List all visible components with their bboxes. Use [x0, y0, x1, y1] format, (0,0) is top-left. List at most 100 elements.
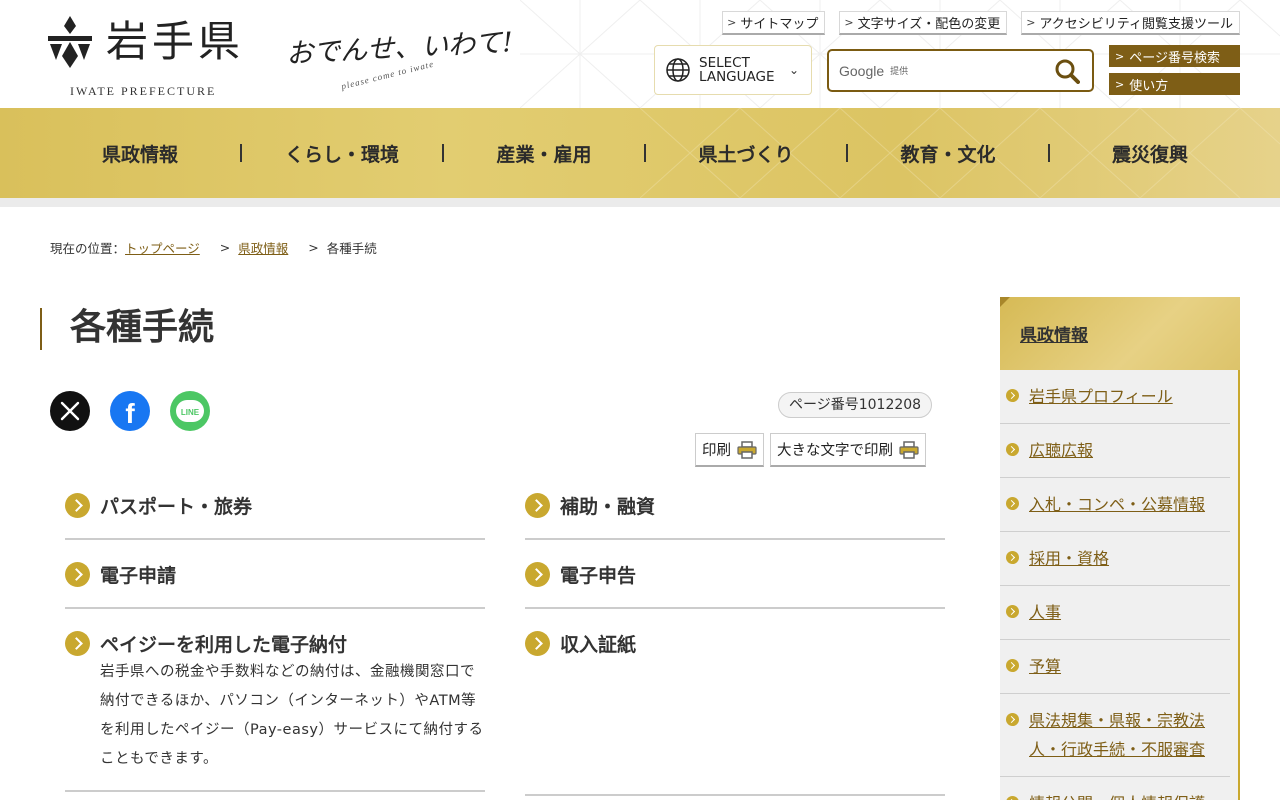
- arrow-right-icon: [1006, 605, 1019, 618]
- divider: [65, 607, 485, 609]
- share-facebook-button[interactable]: f: [110, 391, 150, 431]
- arrow-right-icon: [1006, 796, 1019, 800]
- list-item: 補助・融資: [525, 472, 945, 540]
- logo-text-en: IWATE PREFECTURE: [70, 84, 217, 98]
- search-box[interactable]: Google 提供: [827, 49, 1094, 92]
- page-title-block: 各種手続: [40, 308, 214, 350]
- sidebar-link-disclosure[interactable]: 情報公開・個人情報保護: [1029, 789, 1205, 800]
- sidebar-item: 情報公開・個人情報保護: [1000, 777, 1230, 800]
- sidebar-link-pr[interactable]: 広聴広報: [1029, 436, 1093, 465]
- sidebar-item: 県法規集・県報・宗教法人・行政手続・不服審査: [1000, 694, 1230, 777]
- arrow-right-icon: [1006, 389, 1019, 402]
- breadcrumb: 現在の位置： トップページ > 県政情報 > 各種手続: [50, 238, 377, 257]
- share-buttons: f LINE: [50, 391, 210, 431]
- nav-item-shinsai[interactable]: 震災復興: [1050, 140, 1250, 167]
- sidebar-item: 予算: [1000, 640, 1230, 694]
- sidebar-item: 人事: [1000, 586, 1230, 640]
- globe-icon: [666, 58, 690, 82]
- site-header: 岩手県 IWATE PREFECTURE おでんせ、いわて! please co…: [0, 0, 1280, 108]
- line-logo-icon: LINE: [176, 400, 204, 422]
- breadcrumb-separator: >: [219, 240, 231, 255]
- printer-icon: [737, 440, 757, 459]
- sidebar-link-personnel[interactable]: 人事: [1029, 598, 1061, 627]
- chevron-down-icon: ⌄: [789, 63, 800, 77]
- sidebar-item: 入札・コンペ・公募情報: [1000, 478, 1230, 532]
- breadcrumb-link-top[interactable]: トップページ: [125, 238, 200, 257]
- breadcrumb-separator: >: [308, 240, 319, 255]
- breadcrumb-link-kensei[interactable]: 県政情報: [238, 238, 288, 257]
- chevron-right-icon: >: [1026, 16, 1036, 29]
- sidebar-item: 岩手県プロフィール: [1000, 370, 1230, 424]
- item-link-subsidy[interactable]: 補助・融資: [525, 472, 945, 538]
- sidebar-link-budget[interactable]: 予算: [1029, 652, 1061, 681]
- logo-text-jp: 岩手県: [106, 17, 245, 66]
- sidebar-header: 県政情報: [1000, 297, 1240, 370]
- item-description: 岩手県への税金や手数料などの納付は、金融機関窓口で納付できるほか、パソコン（イン…: [100, 664, 484, 767]
- share-x-button[interactable]: [50, 391, 90, 431]
- divider: [65, 790, 485, 792]
- x-logo-icon: [60, 401, 80, 421]
- chevron-right-icon: >: [727, 16, 737, 29]
- arrow-right-icon: [525, 630, 550, 656]
- arrow-right-icon: [1006, 713, 1019, 726]
- breadcrumb-current: 各種手続: [326, 241, 377, 256]
- language-select[interactable]: SELECT LANGUAGE ⌄: [654, 45, 812, 95]
- site-logo[interactable]: 岩手県 IWATE PREFECTURE: [40, 10, 270, 100]
- sidebar-link-bids[interactable]: 入札・コンペ・公募情報: [1029, 490, 1205, 519]
- item-link-e-application[interactable]: 電子申請: [65, 541, 485, 607]
- nav-item-kensei[interactable]: 県政情報: [40, 140, 240, 167]
- sidebar-link-recruit[interactable]: 採用・資格: [1029, 544, 1109, 573]
- sidebar-link-profile[interactable]: 岩手県プロフィール: [1029, 382, 1173, 411]
- iwate-emblem-icon: [48, 16, 92, 68]
- sidebar-list: 岩手県プロフィール 広聴広報 入札・コンペ・公募情報 採用・資格 人事 予算 県…: [1000, 370, 1240, 800]
- list-item: ペイジーを利用した電子納付 岩手県への税金や手数料などの納付は、金融機関窓口で納…: [65, 610, 485, 792]
- list-item: 収入証紙: [525, 610, 945, 796]
- nav-item-kyoiku[interactable]: 教育・文化: [848, 140, 1048, 167]
- list-item: 電子申告: [525, 541, 945, 609]
- page-number-search-button[interactable]: > ページ番号検索: [1109, 45, 1240, 67]
- share-line-button[interactable]: LINE: [170, 391, 210, 431]
- nav-item-sangyo[interactable]: 産業・雇用: [444, 140, 644, 167]
- sidebar-link-laws[interactable]: 県法規集・県報・宗教法人・行政手続・不服審査: [1029, 706, 1230, 764]
- list-item: 電子申請: [65, 541, 485, 609]
- arrow-right-icon: [65, 630, 90, 656]
- breadcrumb-prefix: 現在の位置：: [50, 241, 126, 256]
- utility-links: > サイトマップ > 文字サイズ・配色の変更 > アクセシビリティ閲覧支援ツール: [722, 11, 1240, 35]
- nav-bottom-bar: [0, 198, 1280, 207]
- arrow-right-icon: [525, 561, 550, 587]
- facebook-logo-icon: f: [125, 398, 135, 429]
- arrow-right-icon: [1006, 497, 1019, 510]
- arrow-right-icon: [1006, 443, 1019, 456]
- print-button[interactable]: 印刷: [695, 433, 764, 467]
- nav-item-kendo[interactable]: 県土づくり: [646, 140, 846, 167]
- chevron-right-icon: >: [1115, 77, 1125, 91]
- divider: [525, 538, 945, 540]
- divider: [525, 607, 945, 609]
- arrow-right-icon: [65, 561, 90, 587]
- sidebar-item: 広聴広報: [1000, 424, 1230, 478]
- divider: [525, 794, 945, 796]
- font-size-color-link[interactable]: > 文字サイズ・配色の変更: [839, 11, 1008, 35]
- sitemap-link[interactable]: > サイトマップ: [722, 11, 826, 35]
- language-label: SELECT LANGUAGE: [699, 55, 775, 85]
- sidebar-item: 採用・資格: [1000, 532, 1230, 586]
- sidebar-title-link[interactable]: 県政情報: [1020, 321, 1088, 346]
- accessibility-tool-link[interactable]: > アクセシビリティ閲覧支援ツール: [1021, 11, 1240, 35]
- item-link-e-filing[interactable]: 電子申告: [525, 541, 945, 607]
- chevron-right-icon: >: [1115, 49, 1125, 63]
- item-link-passport[interactable]: パスポート・旅券: [65, 472, 485, 538]
- arrow-right-icon: [1006, 659, 1019, 672]
- arrow-right-icon: [525, 492, 550, 518]
- item-link-revenue-stamp[interactable]: 収入証紙: [525, 610, 945, 676]
- print-large-button[interactable]: 大きな文字で印刷: [770, 433, 926, 467]
- slogan: おでんせ、いわて! please come to iwate: [286, 22, 526, 92]
- search-icon[interactable]: [1054, 58, 1080, 84]
- search-provider-suffix: 提供: [890, 67, 909, 77]
- arrow-right-icon: [65, 492, 90, 518]
- usage-button[interactable]: > 使い方: [1109, 73, 1240, 95]
- slogan-main: おでんせ、いわて!: [285, 27, 514, 70]
- page-number-badge: ページ番号1012208: [778, 392, 933, 418]
- search-provider: Google: [839, 62, 885, 79]
- nav-item-kurashi[interactable]: くらし・環境: [242, 140, 442, 167]
- list-item: パスポート・旅券: [65, 472, 485, 540]
